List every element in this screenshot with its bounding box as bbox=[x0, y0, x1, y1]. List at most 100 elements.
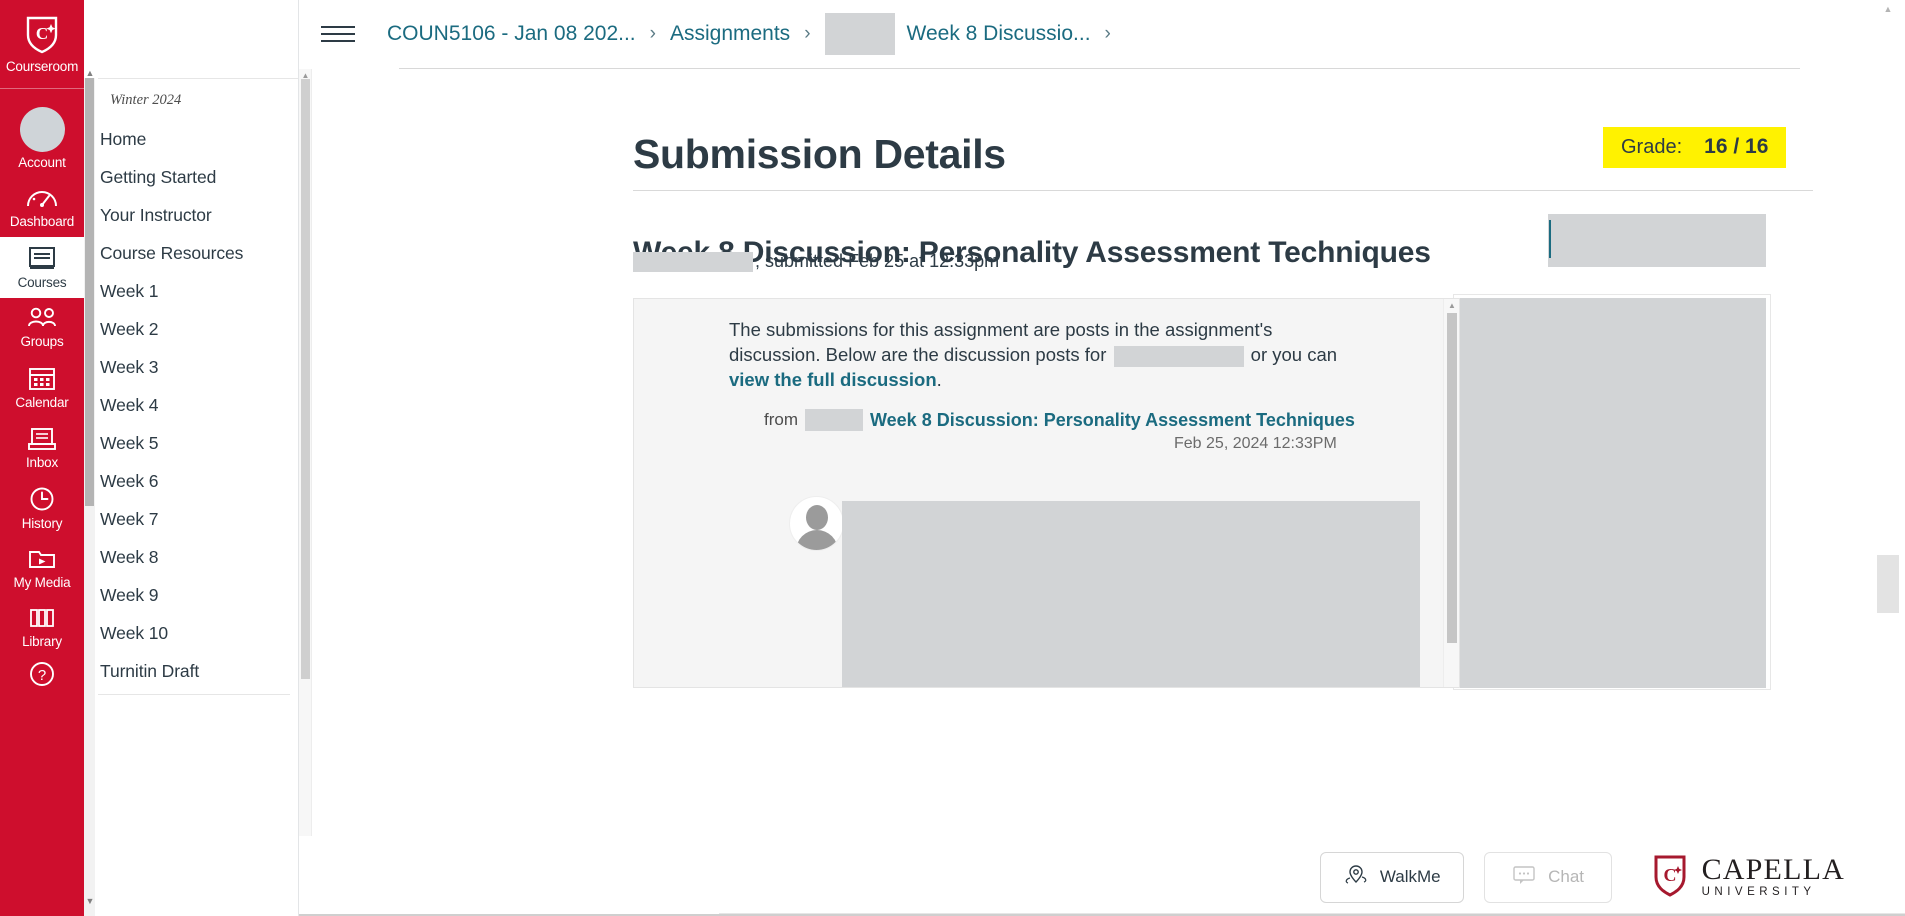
capella-wordmark: CAPELLA UNIVERSITY bbox=[1702, 855, 1845, 899]
global-nav-label-inbox: Inbox bbox=[25, 455, 59, 470]
svg-text:C: C bbox=[1663, 865, 1676, 885]
global-nav-item-my-media[interactable]: My Media bbox=[0, 539, 84, 598]
breadcrumb-separator-icon: › bbox=[649, 23, 656, 44]
discussion-scroll-thumb[interactable] bbox=[1447, 313, 1457, 643]
global-nav-item-courses[interactable]: Courses bbox=[0, 237, 84, 298]
capella-shield-icon: C bbox=[1650, 853, 1690, 902]
global-navigation: C Courseroom Account Dashboard Courses G… bbox=[0, 0, 84, 916]
global-nav-label-calendar: Calendar bbox=[15, 395, 69, 410]
course-nav-item-week-10[interactable]: Week 10 bbox=[84, 614, 298, 652]
course-nav-item-week-5[interactable]: Week 5 bbox=[84, 424, 298, 462]
course-nav-label: Week 2 bbox=[100, 318, 159, 339]
page-title: Submission Details bbox=[633, 131, 1006, 178]
global-nav-item-account[interactable]: Account bbox=[0, 89, 84, 178]
course-nav-label: Home bbox=[100, 128, 147, 149]
grade-label: Grade: bbox=[1621, 136, 1683, 158]
from-label: from bbox=[764, 410, 798, 429]
global-nav-item-calendar[interactable]: Calendar bbox=[0, 357, 84, 418]
course-nav-label: Week 7 bbox=[100, 508, 159, 529]
course-nav-item-week-3[interactable]: Week 3 bbox=[84, 348, 298, 386]
calendar-icon bbox=[27, 364, 57, 392]
course-nav-item-week-8[interactable]: Week 8 bbox=[84, 538, 298, 576]
course-nav-item-your-instructor[interactable]: Your Instructor bbox=[84, 196, 298, 234]
course-nav-item-home[interactable]: Home bbox=[84, 120, 298, 158]
help-question-icon: ? bbox=[27, 659, 57, 689]
global-nav-item-library[interactable]: Library bbox=[0, 598, 84, 657]
course-nav-label: Getting Started bbox=[100, 166, 217, 187]
discussion-intro-period: . bbox=[936, 369, 942, 390]
chat-button[interactable]: Chat bbox=[1483, 851, 1612, 903]
grade-value: 16 / 16 bbox=[1704, 135, 1769, 158]
redacted-block bbox=[1113, 345, 1244, 367]
capella-subtitle: UNIVERSITY bbox=[1701, 886, 1816, 899]
course-nav-item-getting-started[interactable]: Getting Started bbox=[84, 158, 298, 196]
discussion-panel-scrollbar[interactable]: ▲ bbox=[1443, 299, 1459, 687]
course-nav-label: Week 5 bbox=[100, 432, 159, 453]
course-term-label: Winter 2024 bbox=[110, 92, 182, 108]
global-nav-label-courses: Courses bbox=[17, 275, 67, 290]
course-nav-item-week-6[interactable]: Week 6 bbox=[84, 462, 298, 500]
global-nav-label-dashboard: Dashboard bbox=[9, 214, 75, 229]
course-nav-label: Week 6 bbox=[100, 470, 159, 491]
course-nav-label: Week 4 bbox=[100, 394, 159, 415]
walkme-label: WalkMe bbox=[1379, 867, 1441, 886]
library-books-icon bbox=[26, 605, 58, 631]
main-scroll-thumb[interactable] bbox=[301, 79, 310, 679]
global-nav-item-help[interactable]: ? bbox=[0, 659, 84, 695]
avatar-body bbox=[795, 530, 838, 550]
course-nav-label: Turnitin Draft bbox=[100, 660, 200, 681]
section-divider bbox=[633, 190, 1813, 191]
scroll-down-arrow-icon[interactable]: ▼ bbox=[84, 896, 96, 906]
submission-details-content: Submission Details Grade: 16 / 16 Week 8… bbox=[313, 69, 1905, 916]
redacted-block bbox=[805, 409, 863, 431]
chat-bubble-icon bbox=[1511, 864, 1537, 891]
inbox-icon bbox=[26, 425, 58, 452]
global-nav-label-my-media: My Media bbox=[13, 575, 71, 590]
hamburger-menu-icon[interactable] bbox=[321, 20, 357, 48]
submission-meta-text: ; submitted Feb 25 at 12:33pm bbox=[755, 251, 1000, 271]
view-full-discussion-link[interactable]: view the full discussion bbox=[729, 369, 937, 390]
course-nav-label: Week 3 bbox=[100, 356, 159, 377]
submission-meta: ; submitted Feb 25 at 12:33pm bbox=[633, 251, 999, 272]
window-scroll-thumb[interactable] bbox=[1877, 555, 1899, 613]
application-window: C Courseroom Account Dashboard Courses G… bbox=[0, 0, 1905, 916]
walkme-button[interactable]: WalkMe bbox=[1319, 851, 1464, 903]
global-nav-item-groups[interactable]: Groups bbox=[0, 298, 84, 357]
breadcrumb-separator-icon: › bbox=[1104, 23, 1111, 44]
breadcrumb-separator-icon: › bbox=[804, 23, 811, 44]
breadcrumb-assignments-link[interactable]: Assignments bbox=[670, 22, 790, 46]
discussion-from-row: from Week 8 Discussion: Personality Asse… bbox=[764, 409, 1355, 431]
global-nav-item-dashboard[interactable]: Dashboard bbox=[0, 178, 84, 237]
global-nav-item-inbox[interactable]: Inbox bbox=[0, 418, 84, 478]
walkme-pin-icon bbox=[1343, 864, 1369, 891]
breadcrumb-course-link[interactable]: COUN5106 - Jan 08 202... bbox=[387, 22, 636, 46]
course-nav-item-turnitin-draft[interactable]: Turnitin Draft bbox=[84, 652, 298, 690]
discussion-post-date: Feb 25, 2024 12:33PM bbox=[1174, 435, 1337, 452]
scroll-up-arrow-icon[interactable]: ▲ bbox=[1444, 301, 1459, 310]
discussion-topic-link[interactable]: Week 8 Discussion: Personality Assessmen… bbox=[870, 410, 1355, 431]
redacted-block bbox=[1459, 298, 1766, 688]
course-nav-item-week-1[interactable]: Week 1 bbox=[84, 272, 298, 310]
default-user-avatar-icon bbox=[789, 496, 844, 551]
course-nav-item-week-4[interactable]: Week 4 bbox=[84, 386, 298, 424]
capella-name: CAPELLA bbox=[1701, 853, 1845, 887]
main-region: COUN5106 - Jan 08 202... › Assignments ›… bbox=[299, 0, 1905, 916]
discussion-panel: The submissions for this assignment are … bbox=[633, 298, 1460, 688]
global-nav-item-history[interactable]: History bbox=[0, 478, 84, 539]
capella-logo: C CAPELLA UNIVERSITY bbox=[1650, 853, 1845, 902]
scroll-up-arrow-icon[interactable]: ▲ bbox=[1877, 4, 1899, 14]
redacted-block bbox=[842, 501, 1420, 687]
breadcrumb-assignment-link[interactable]: Week 8 Discussio... bbox=[907, 22, 1091, 46]
course-nav-item-week-9[interactable]: Week 9 bbox=[84, 576, 298, 614]
scroll-up-arrow-icon[interactable]: ▲ bbox=[84, 68, 96, 78]
course-nav-item-week-7[interactable]: Week 7 bbox=[84, 500, 298, 538]
global-nav-brand-courseroom[interactable]: C Courseroom bbox=[0, 0, 84, 89]
global-nav-label-history: History bbox=[21, 516, 63, 531]
discussion-intro-text: The submissions for this assignment are … bbox=[729, 317, 1354, 392]
courses-book-icon bbox=[26, 244, 58, 272]
course-nav-item-course-resources[interactable]: Course Resources bbox=[84, 234, 298, 272]
window-scrollbar[interactable]: ▲ ▼ bbox=[1867, 0, 1905, 916]
course-navigation: ▲ ▼ Winter 2024 Home Getting Started You… bbox=[84, 0, 299, 916]
main-content-scrollbar[interactable]: ▲ bbox=[299, 69, 312, 836]
course-nav-item-week-2[interactable]: Week 2 bbox=[84, 310, 298, 348]
